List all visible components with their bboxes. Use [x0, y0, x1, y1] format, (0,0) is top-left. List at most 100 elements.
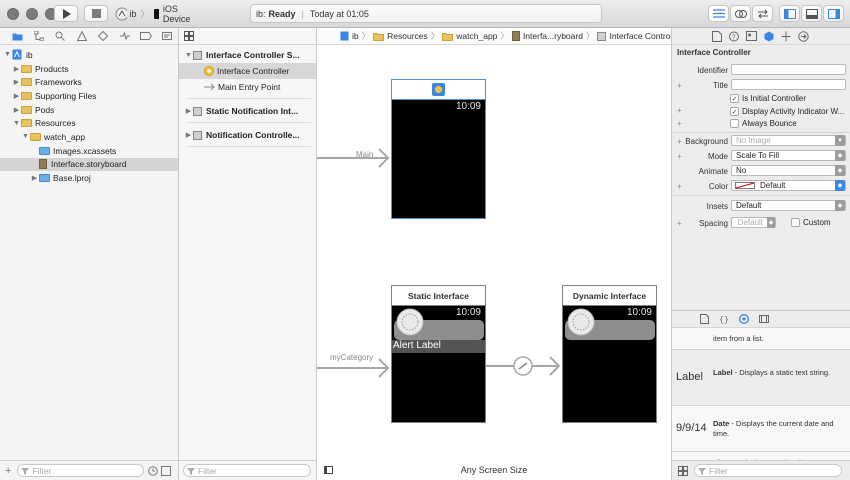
quick-help-icon[interactable]: ?	[729, 31, 739, 42]
disclosure-closed-icon[interactable]: ▶	[184, 131, 193, 139]
color-popup[interactable]: Default ◆	[731, 180, 846, 191]
navigator-filter-field[interactable]: Filter	[17, 464, 145, 477]
file-tree-item[interactable]: ▶ Base.lproj	[0, 171, 178, 185]
static-interface-scene[interactable]: 10:09 Alert Label	[391, 305, 486, 423]
file-tree-item[interactable]: ▼ watch_app	[0, 130, 178, 144]
breadcrumb-item[interactable]: watch_app	[442, 31, 497, 41]
grid-icon[interactable]	[184, 31, 194, 41]
identity-inspector-icon[interactable]	[746, 31, 757, 41]
tab-find-navigator[interactable]	[50, 28, 71, 45]
custom-spacing-checkbox[interactable]	[791, 218, 800, 227]
file-tree-item[interactable]: Images.xcassets	[0, 144, 178, 158]
close-window-button[interactable]	[7, 8, 19, 20]
run-button[interactable]	[54, 5, 78, 22]
activity-plus-icon[interactable]: +	[677, 106, 682, 115]
file-tree-item[interactable]: ▶ Pods	[0, 103, 178, 117]
animate-popup[interactable]: No ◆	[731, 165, 846, 176]
outline-scene[interactable]: ▶ Static Notification Int...	[179, 103, 316, 119]
file-tree-item[interactable]: ▶ Products	[0, 62, 178, 76]
library-item[interactable]: Label Label - Displays a static text stri…	[672, 350, 850, 406]
disclosure-closed-icon[interactable]: ▶	[12, 78, 21, 86]
bounce-plus-icon[interactable]: +	[677, 119, 682, 128]
minimize-window-button[interactable]	[26, 8, 38, 20]
library-item-name: Date	[713, 419, 730, 428]
chevron-down-icon[interactable]: ▼	[835, 135, 845, 146]
stepper-icon[interactable]: ◆	[767, 217, 775, 228]
tab-symbol-navigator[interactable]	[28, 28, 49, 45]
disclosure-closed-icon[interactable]: ▶	[184, 107, 193, 115]
title-field[interactable]	[731, 79, 846, 90]
disclosure-closed-icon[interactable]: ▶	[12, 92, 21, 100]
storyboard-file-icon	[39, 159, 47, 170]
is-initial-checkbox[interactable]: ✓	[730, 94, 739, 103]
tab-report-navigator[interactable]	[157, 28, 178, 45]
main-entry-arrow[interactable]	[317, 146, 393, 170]
scm-status-icon[interactable]	[161, 465, 172, 476]
library-filter-field[interactable]: Filter	[694, 464, 842, 477]
stop-button[interactable]	[84, 5, 108, 22]
file-tree-item[interactable]: ▼ Resources	[0, 116, 178, 130]
library-item[interactable]: 59:59Timer - Displays a string that coun…	[672, 452, 850, 460]
recent-files-icon[interactable]	[148, 465, 159, 476]
color-value: Default	[760, 181, 786, 190]
static-interface-header[interactable]: Static Interface	[391, 285, 486, 305]
disclosure-open-icon[interactable]: ▼	[12, 120, 21, 127]
scheme-selector[interactable]: ib 〉 iOS Device	[115, 4, 203, 24]
attributes-inspector-icon[interactable]	[764, 31, 774, 42]
code-snippet-icon[interactable]: {}	[719, 314, 729, 324]
tab-debug-navigator[interactable]	[114, 28, 135, 45]
insets-popup[interactable]: Default ◆	[731, 200, 846, 211]
media-library-icon[interactable]	[759, 314, 769, 324]
disclosure-open-icon[interactable]: ▼	[184, 52, 193, 59]
size-class-button[interactable]: Any Screen Size	[317, 465, 671, 475]
interface-controller-header[interactable]	[391, 79, 486, 99]
add-file-icon[interactable]: +	[5, 465, 11, 477]
outline-scene[interactable]: ▼ Interface Controller S...	[179, 47, 316, 63]
disclosure-open-icon[interactable]: ▼	[21, 133, 30, 140]
file-inspector-icon[interactable]	[712, 30, 722, 42]
disclosure-open-icon[interactable]: ▼	[3, 51, 12, 58]
background-image-combo[interactable]: No Image ▼	[731, 135, 846, 146]
grid-view-icon[interactable]	[678, 465, 688, 476]
toggle-utilities-button[interactable]	[823, 5, 844, 22]
outline-item[interactable]: Interface Controller	[179, 63, 316, 79]
file-tree-item[interactable]: ▶ Supporting Files	[0, 89, 178, 103]
assistant-editor-button[interactable]	[730, 5, 751, 22]
activity-indicator-checkbox[interactable]: ✓	[730, 107, 739, 116]
file-tree-item[interactable]: ▶ Frameworks	[0, 75, 178, 89]
disclosure-closed-icon[interactable]: ▶	[12, 65, 21, 73]
connections-inspector-icon[interactable]	[798, 30, 809, 42]
tab-project-navigator[interactable]	[7, 28, 28, 45]
file-template-icon[interactable]	[700, 314, 709, 324]
spacing-field[interactable]: Default ◆	[731, 217, 776, 228]
disclosure-closed-icon[interactable]: ▶	[12, 106, 21, 114]
dynamic-interface-scene[interactable]: 10:09	[562, 305, 657, 423]
library-item[interactable]: 9/9/14 Date - Displays the current date a…	[672, 406, 850, 452]
identifier-field[interactable]	[731, 64, 846, 75]
tab-issue-navigator[interactable]	[71, 28, 92, 45]
toggle-navigator-button[interactable]	[779, 5, 800, 22]
toggle-debug-button[interactable]	[801, 5, 822, 22]
outline-filter-field[interactable]: Filter	[183, 464, 311, 477]
dynamic-interface-header[interactable]: Dynamic Interface	[562, 285, 657, 305]
outline-scene[interactable]: ▶ Notification Controlle...	[179, 127, 316, 143]
breadcrumb-item[interactable]: Resources	[373, 31, 428, 41]
breadcrumb-item[interactable]: ib	[340, 31, 359, 41]
library-item[interactable]: item from a list.	[672, 328, 850, 350]
interface-controller-scene[interactable]: 10:09	[391, 99, 486, 219]
tab-test-navigator[interactable]	[93, 28, 114, 45]
object-library-icon[interactable]	[739, 314, 749, 324]
breadcrumb-item[interactable]: Interfa...ryboard	[511, 31, 583, 41]
file-tree-item[interactable]: ▼ ib	[0, 48, 178, 62]
always-bounce-checkbox[interactable]	[730, 119, 739, 128]
mode-popup[interactable]: Scale To Fill ◆	[731, 150, 846, 161]
storyboard-canvas[interactable]: ib 〉 Resources 〉 watch_app 〉 Interfa...ryboard…	[317, 28, 808, 480]
tab-breakpoint-navigator[interactable]	[135, 28, 156, 45]
outline-item[interactable]: Main Entry Point	[179, 79, 316, 95]
version-editor-button[interactable]	[752, 5, 773, 22]
standard-editor-button[interactable]	[708, 5, 729, 22]
disclosure-closed-icon[interactable]: ▶	[30, 174, 39, 182]
segue-arrow[interactable]	[486, 352, 563, 380]
file-tree-item[interactable]: Interface.storyboard	[0, 157, 178, 172]
size-inspector-icon[interactable]	[781, 31, 791, 42]
